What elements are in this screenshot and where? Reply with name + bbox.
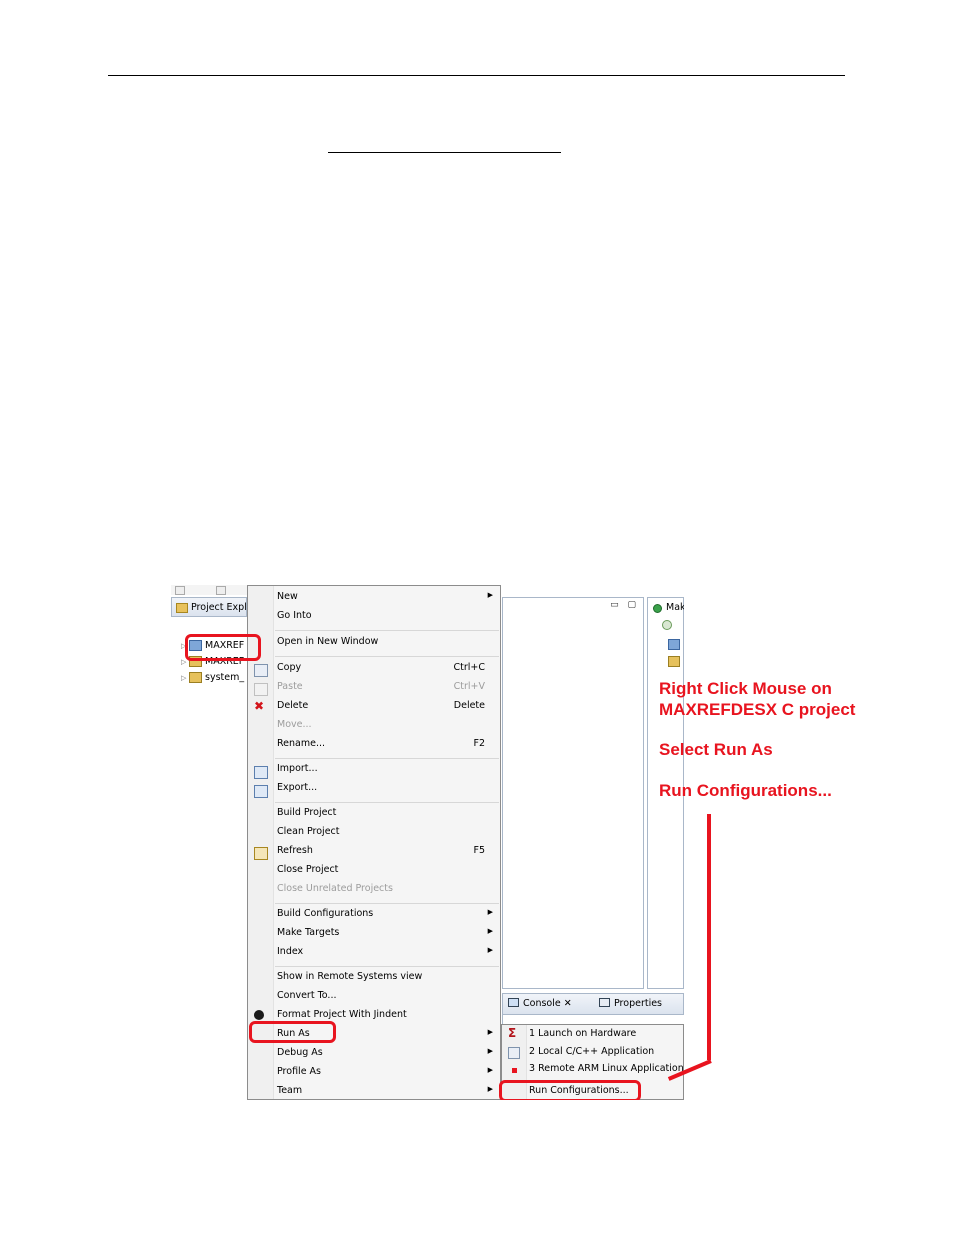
menu-item-go-into[interactable]: Go Into	[277, 610, 491, 626]
tab-properties[interactable]: Properties	[599, 998, 662, 1009]
menu-item-move[interactable]: Move...	[277, 719, 491, 735]
toolbar-icon[interactable]	[175, 586, 185, 595]
menu-item-close-unrelated-projects[interactable]: Close Unrelated Projects	[277, 883, 491, 899]
delete-icon: ✖	[254, 699, 265, 713]
properties-icon	[599, 998, 610, 1007]
annotation-line-4: Run Configurations...	[659, 781, 832, 800]
ide-screenshot: Project Explo ▷ MAXREF ▷ MAXREF ▷ system_ ▭…	[171, 585, 684, 1100]
close-icon[interactable]: ✕	[564, 998, 572, 1009]
menu-item-new[interactable]: New ▶	[277, 591, 493, 607]
menu-item-open-in-new-window[interactable]: Open in New Window	[277, 636, 491, 652]
chevron-right-icon: ▶	[487, 908, 493, 916]
menu-item-index[interactable]: Index ▶	[277, 946, 493, 962]
annotation-line-3: Select Run As	[659, 740, 773, 759]
tree-item-label: system_	[205, 672, 245, 683]
menu-item-paste[interactable]: Paste Ctrl+V	[277, 681, 491, 697]
chevron-right-icon: ▶	[487, 1028, 493, 1036]
menu-item-clean-project[interactable]: Clean Project	[277, 826, 491, 842]
menu-separator	[275, 966, 499, 967]
console-icon	[508, 998, 519, 1007]
menu-item-export[interactable]: Export...	[277, 782, 491, 798]
highlight-run-configurations	[499, 1080, 641, 1100]
import-icon	[254, 766, 268, 779]
xilinx-icon: Σ	[508, 1026, 517, 1040]
menu-separator	[275, 630, 499, 631]
menu-item-show-in-remote-systems[interactable]: Show in Remote Systems view	[277, 971, 491, 987]
toolbar-strip	[171, 585, 247, 595]
submenu-item-remote-arm-linux-application[interactable]: 3 Remote ARM Linux Application	[529, 1063, 684, 1079]
highlight-run-as	[249, 1021, 336, 1043]
project-explorer-tree: ▷ MAXREF ▷ MAXREF ▷ system_	[171, 617, 248, 1100]
menu-item-build-configurations[interactable]: Build Configurations ▶	[277, 908, 493, 924]
bottom-tab-bar: Console ✕ Properties	[502, 993, 684, 1015]
page-header-rule	[108, 75, 845, 76]
menu-item-copy[interactable]: Copy Ctrl+C	[277, 662, 491, 678]
tab-console[interactable]: Console ✕	[508, 998, 572, 1009]
refresh-icon	[254, 847, 268, 860]
c-application-icon	[508, 1047, 520, 1059]
chevron-right-icon: ▶	[487, 927, 493, 935]
make-panel-label: Mak	[666, 602, 684, 613]
minimize-maximize-icon[interactable]: ▭ ▢	[610, 600, 639, 610]
chevron-right-icon: ▶	[487, 946, 493, 954]
menu-item-refresh[interactable]: Refresh F5	[277, 845, 491, 861]
annotation-line-2: MAXREFDESX C project	[659, 700, 856, 719]
menu-item-make-targets[interactable]: Make Targets ▶	[277, 927, 493, 943]
menu-item-rename[interactable]: Rename... F2	[277, 738, 491, 754]
editor-area: ▭ ▢	[502, 597, 644, 989]
menu-item-convert-to[interactable]: Convert To...	[277, 990, 491, 1006]
submenu-item-local-c-application[interactable]: 2 Local C/C++ Application	[529, 1046, 654, 1062]
menu-item-import[interactable]: Import...	[277, 763, 491, 779]
menu-item-close-project[interactable]: Close Project	[277, 864, 491, 880]
chevron-right-icon: ▶	[487, 1047, 493, 1055]
menu-item-profile-as[interactable]: Profile As ▶	[277, 1066, 493, 1082]
chevron-right-icon: ▶	[487, 1085, 493, 1093]
menu-separator	[275, 802, 499, 803]
menu-separator	[275, 758, 499, 759]
export-icon	[254, 785, 268, 798]
make-target-icon	[653, 604, 662, 613]
annotation-line-1: Right Click Mouse on	[659, 679, 832, 698]
hw-platform-folder-icon	[189, 672, 202, 683]
copy-icon	[254, 664, 268, 677]
submenu-item-launch-on-hardware[interactable]: 1 Launch on Hardware	[529, 1028, 636, 1044]
tree-item-system[interactable]: ▷ system_	[181, 672, 244, 686]
project-explorer-label: Project Explo	[191, 602, 253, 613]
menu-item-debug-as[interactable]: Debug As ▶	[277, 1047, 493, 1063]
menu-separator	[275, 656, 499, 657]
folder-icon	[176, 603, 188, 613]
menu-item-build-project[interactable]: Build Project	[277, 807, 491, 823]
expand-arrow-icon[interactable]: ▷	[181, 674, 187, 682]
title-underline	[328, 152, 561, 153]
c-project-folder-icon	[668, 639, 680, 650]
menu-item-team[interactable]: Team ▶	[277, 1085, 493, 1100]
project-folder-icon	[668, 656, 680, 667]
annotation-connector	[707, 814, 711, 1060]
jindent-icon	[254, 1010, 264, 1020]
paste-icon	[254, 683, 268, 696]
menu-separator	[275, 903, 499, 904]
toolbar-icon[interactable]	[216, 586, 226, 595]
gear-icon[interactable]	[662, 620, 672, 630]
highlight-project	[185, 634, 261, 661]
chevron-right-icon: ▶	[487, 1066, 493, 1074]
remote-app-icon	[512, 1068, 517, 1073]
project-explorer-tab[interactable]: Project Explo	[171, 597, 253, 617]
chevron-right-icon: ▶	[487, 591, 493, 599]
menu-item-delete[interactable]: Delete Delete	[277, 700, 491, 716]
